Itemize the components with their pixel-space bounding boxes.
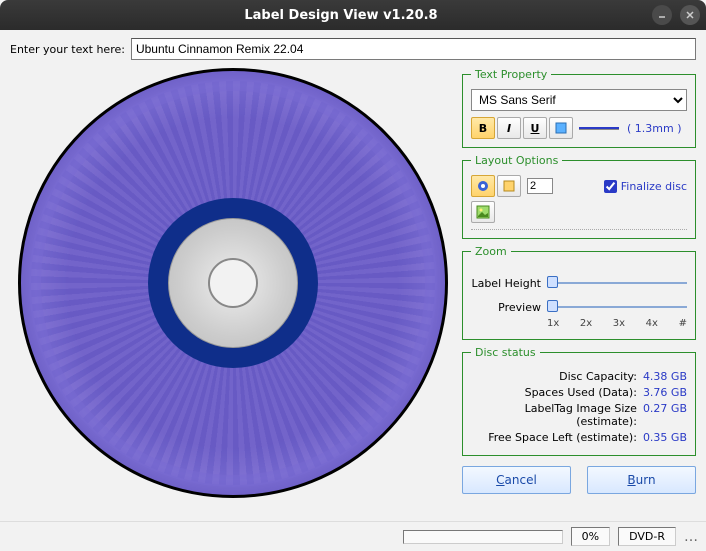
status-value: 4.38 GB xyxy=(643,370,687,383)
finalize-disc-checkbox[interactable]: Finalize disc xyxy=(604,180,687,193)
preview-slider[interactable] xyxy=(547,300,687,314)
disc-preview xyxy=(10,68,452,510)
status-label: LabelTag Image Size (estimate): xyxy=(471,402,637,428)
text-color-indicator[interactable] xyxy=(579,127,619,130)
progress-bar xyxy=(403,530,563,544)
media-type: DVD-R xyxy=(618,527,676,546)
color-button[interactable] xyxy=(549,117,573,139)
titlebar: Label Design View v1.20.8 xyxy=(0,0,706,30)
progress-percent: 0% xyxy=(571,527,610,546)
status-label: Free Space Left (estimate): xyxy=(471,431,637,444)
statusbar-menu[interactable]: … xyxy=(684,529,698,545)
text-property-group: Text Property MS Sans Serif B I U ( 1.3m… xyxy=(462,68,696,148)
disc-status-group: Disc status Disc Capacity: 4.38 GB Spaces… xyxy=(462,346,696,456)
image-tool-button[interactable] xyxy=(471,201,495,223)
font-select[interactable]: MS Sans Serif xyxy=(471,89,687,111)
layout-options-legend: Layout Options xyxy=(471,154,562,167)
preview-label: Preview xyxy=(471,301,541,314)
underline-button[interactable]: U xyxy=(523,117,547,139)
italic-button[interactable]: I xyxy=(497,117,521,139)
label-height-slider[interactable] xyxy=(547,276,687,290)
minimize-button[interactable] xyxy=(652,5,672,25)
label-height-label: Label Height xyxy=(471,277,541,290)
layout-option-1[interactable] xyxy=(471,175,495,197)
window-title: Label Design View v1.20.8 xyxy=(30,8,652,23)
label-text-input[interactable] xyxy=(131,38,696,60)
statusbar: 0% DVD-R … xyxy=(0,521,706,551)
status-label: Spaces Used (Data): xyxy=(471,386,637,399)
text-input-label: Enter your text here: xyxy=(10,43,125,56)
bold-button[interactable]: B xyxy=(471,117,495,139)
cancel-button[interactable]: Cancel xyxy=(462,466,571,494)
text-property-legend: Text Property xyxy=(471,68,551,81)
status-value: 0.35 GB xyxy=(643,431,687,444)
disc-status-legend: Disc status xyxy=(471,346,540,359)
layout-spinner[interactable] xyxy=(527,178,553,194)
status-value: 0.27 GB xyxy=(643,402,687,428)
burn-button[interactable]: Burn xyxy=(587,466,696,494)
layout-options-group: Layout Options Finalize disc xyxy=(462,154,696,239)
zoom-group: Zoom Label Height Preview 1x 2x 3x xyxy=(462,245,696,340)
layout-option-2[interactable] xyxy=(497,175,521,197)
close-button[interactable] xyxy=(680,5,700,25)
thickness-label: ( 1.3mm ) xyxy=(627,122,682,135)
zoom-legend: Zoom xyxy=(471,245,511,258)
status-value: 3.76 GB xyxy=(643,386,687,399)
status-label: Disc Capacity: xyxy=(471,370,637,383)
